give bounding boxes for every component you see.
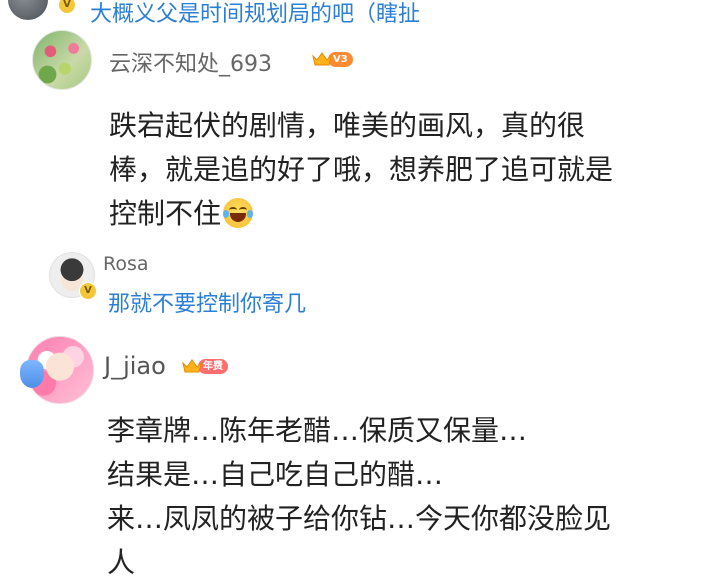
comment-username[interactable]: J_jiao: [104, 352, 166, 380]
comment-body: 跌宕起伏的剧情，唯美的画风，真的很 棒，就是追的好了哦，想养肥了追可就是 控制不…: [109, 104, 613, 236]
annual-badge: 年费: [198, 358, 228, 374]
member-crown-badge: V3: [312, 51, 353, 67]
avatar-decoration: [20, 360, 44, 388]
reply-text: 那就不要控制你寄几: [108, 292, 307, 317]
avatar[interactable]: [32, 30, 92, 90]
reply-text: 大概义父是时间规划局的吧（瞎扯: [90, 2, 421, 27]
comment-line: 结果是…自己吃自己的醋…: [107, 458, 444, 491]
comment-line: 控制不住: [109, 192, 613, 236]
laughing-tears-emoji-icon: [223, 198, 254, 228]
comment-line: 李章牌…陈年老醋…保质又保量…: [107, 414, 528, 447]
crown-icon: [312, 51, 332, 67]
comment-line: 来…凤凤的被子给你钻…今天你都没脸见: [107, 502, 612, 535]
verified-badge-icon: V: [79, 282, 97, 300]
crown-icon: [182, 358, 202, 374]
avatar[interactable]: [8, 0, 48, 20]
verified-badge-icon: V: [58, 0, 76, 14]
comment-line: 棒，就是追的好了哦，想养肥了追可就是: [109, 153, 614, 186]
comment-line: 跌宕起伏的剧情，唯美的画风，真的很: [109, 109, 586, 142]
reply-username[interactable]: Rosa: [103, 253, 149, 275]
comment-body: 李章牌…陈年老醋…保质又保量… 结果是…自己吃自己的醋… 来…凤凤的被子给你钻……: [107, 409, 611, 585]
member-crown-badge: 年费: [182, 358, 228, 374]
comment-username[interactable]: 云深不知处_693: [109, 46, 272, 78]
comment-line: 人: [107, 546, 136, 579]
